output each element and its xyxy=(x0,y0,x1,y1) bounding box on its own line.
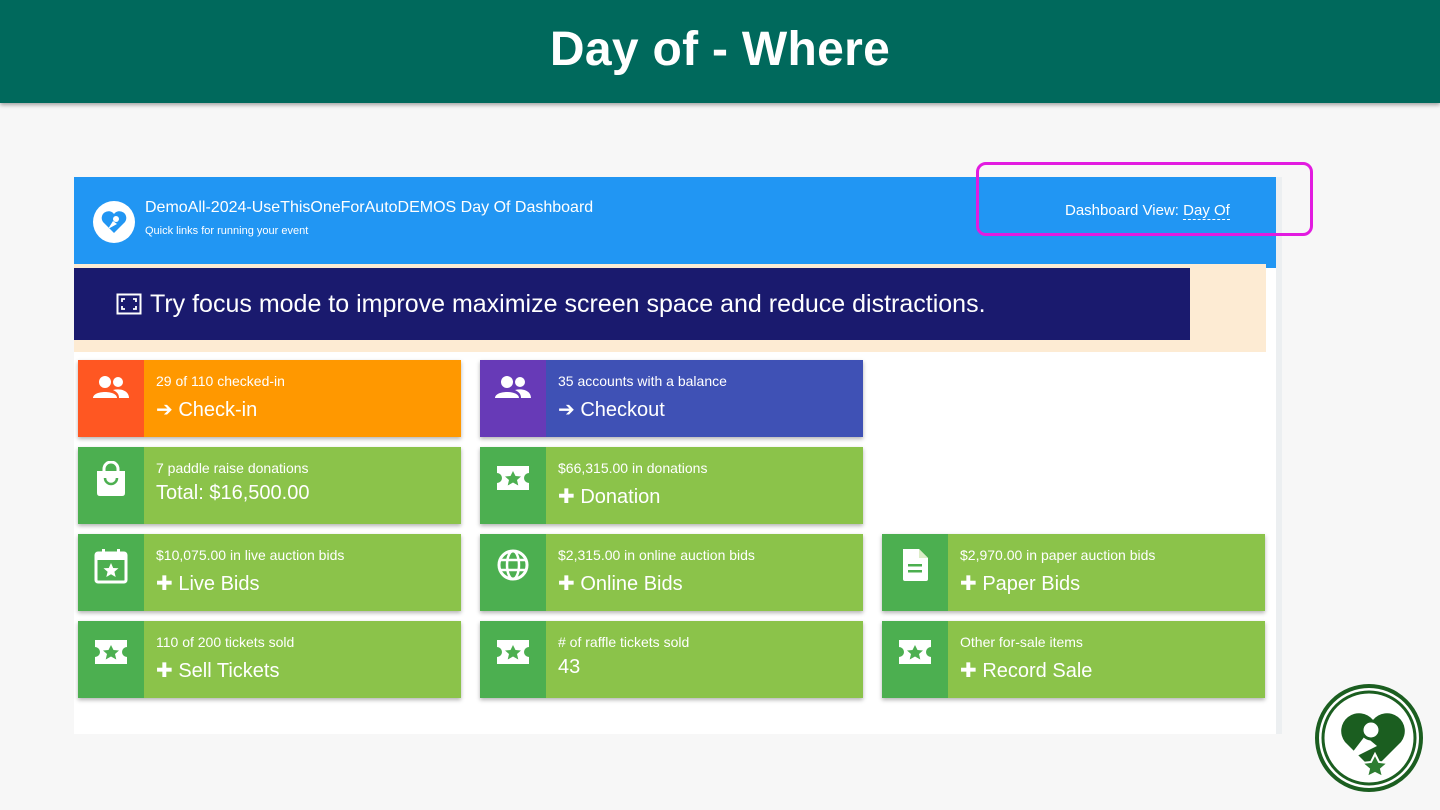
paper-bids-total: $2,970.00 in paper auction bids xyxy=(960,547,1156,563)
balance-count: 35 accounts with a balance xyxy=(558,373,727,389)
plus-icon: ✚ xyxy=(156,573,179,595)
event-logo-icon xyxy=(93,201,135,243)
donation-link[interactable]: ✚ Donation xyxy=(558,485,863,509)
paper-bids-link[interactable]: ✚ Paper Bids xyxy=(960,572,1265,596)
live-bids-tile[interactable]: $10,075.00 in live auction bids ✚ Live B… xyxy=(78,534,461,611)
dashboard-panel: DemoAll-2024-UseThisOneForAutoDEMOS Day … xyxy=(74,177,1278,734)
donations-total: $66,315.00 in donations xyxy=(558,460,708,476)
record-sale-tile[interactable]: Other for-sale items ✚ Record Sale xyxy=(882,621,1265,698)
raffle-tile[interactable]: # of raffle tickets sold 43 xyxy=(480,621,863,698)
checkout-link[interactable]: ➔ Checkout xyxy=(558,398,863,422)
sell-tickets-link[interactable]: ✚ Sell Tickets xyxy=(156,659,461,683)
plus-icon: ✚ xyxy=(558,486,581,508)
record-sale-link[interactable]: ✚ Record Sale xyxy=(960,659,1265,683)
shopping-bag-icon xyxy=(78,447,144,524)
slide-header: Day of - Where xyxy=(0,0,1440,103)
calendar-star-icon xyxy=(78,534,144,611)
checkout-tile[interactable]: 35 accounts with a balance ➔ Checkout xyxy=(480,360,863,437)
brand-logo-icon xyxy=(1315,684,1423,792)
document-icon xyxy=(882,534,948,611)
online-bids-link[interactable]: ✚ Online Bids xyxy=(558,572,863,596)
plus-icon: ✚ xyxy=(960,660,983,682)
ticket-star-icon xyxy=(480,447,546,524)
tickets-sold-count: 110 of 200 tickets sold xyxy=(156,634,295,650)
people-icon xyxy=(480,360,546,437)
paddle-raise-total: Total: $16,500.00 xyxy=(156,482,310,504)
ticket-star-icon xyxy=(882,621,948,698)
paper-bids-label: Paper Bids xyxy=(982,573,1081,595)
raffle-count: 43 xyxy=(558,656,581,678)
globe-icon xyxy=(480,534,546,611)
dashboard-subtitle: Quick links for running your event xyxy=(145,225,309,237)
online-bids-label: Online Bids xyxy=(580,573,683,595)
dashboard-title: DemoAll-2024-UseThisOneForAutoDEMOS Day … xyxy=(145,199,594,216)
ticket-star-icon xyxy=(78,621,144,698)
live-bids-label: Live Bids xyxy=(178,573,260,595)
checkin-tile[interactable]: 29 of 110 checked-in ➔ Check-in xyxy=(78,360,461,437)
record-sale-label: Record Sale xyxy=(982,660,1093,682)
checkin-count: 29 of 110 checked-in xyxy=(156,373,285,389)
paper-bids-tile[interactable]: $2,970.00 in paper auction bids ✚ Paper … xyxy=(882,534,1265,611)
live-bids-link[interactable]: ✚ Live Bids xyxy=(156,572,461,596)
highlight-annotation xyxy=(976,162,1313,236)
sell-tickets-label: Sell Tickets xyxy=(178,660,280,682)
checkin-link[interactable]: ➔ Check-in xyxy=(156,398,461,422)
paddle-raise-tile[interactable]: 7 paddle raise donations Total: $16,500.… xyxy=(78,447,461,524)
plus-icon: ✚ xyxy=(960,573,983,595)
live-bids-total: $10,075.00 in live auction bids xyxy=(156,547,345,563)
slide-title: Day of - Where xyxy=(549,23,891,76)
paddle-raise-count: 7 paddle raise donations xyxy=(156,460,309,476)
focus-mode-text: Try focus mode to improve maximize scree… xyxy=(150,289,986,318)
people-icon xyxy=(78,360,144,437)
focus-mode-banner[interactable]: Try focus mode to improve maximize scree… xyxy=(74,268,1190,340)
plus-icon: ✚ xyxy=(558,573,581,595)
raffle-label: # of raffle tickets sold xyxy=(558,634,690,650)
sell-tickets-tile[interactable]: 110 of 200 tickets sold ✚ Sell Tickets xyxy=(78,621,461,698)
donation-tile[interactable]: $66,315.00 in donations ✚ Donation xyxy=(480,447,863,524)
dashboard-scroll-edge xyxy=(1276,177,1282,734)
plus-icon: ✚ xyxy=(156,660,179,682)
ticket-star-icon xyxy=(480,621,546,698)
other-items-label: Other for-sale items xyxy=(960,634,1083,650)
online-bids-total: $2,315.00 in online auction bids xyxy=(558,547,755,563)
online-bids-tile[interactable]: $2,315.00 in online auction bids ✚ Onlin… xyxy=(480,534,863,611)
donation-label: Donation xyxy=(580,486,661,508)
focus-mode-icon xyxy=(116,293,142,315)
